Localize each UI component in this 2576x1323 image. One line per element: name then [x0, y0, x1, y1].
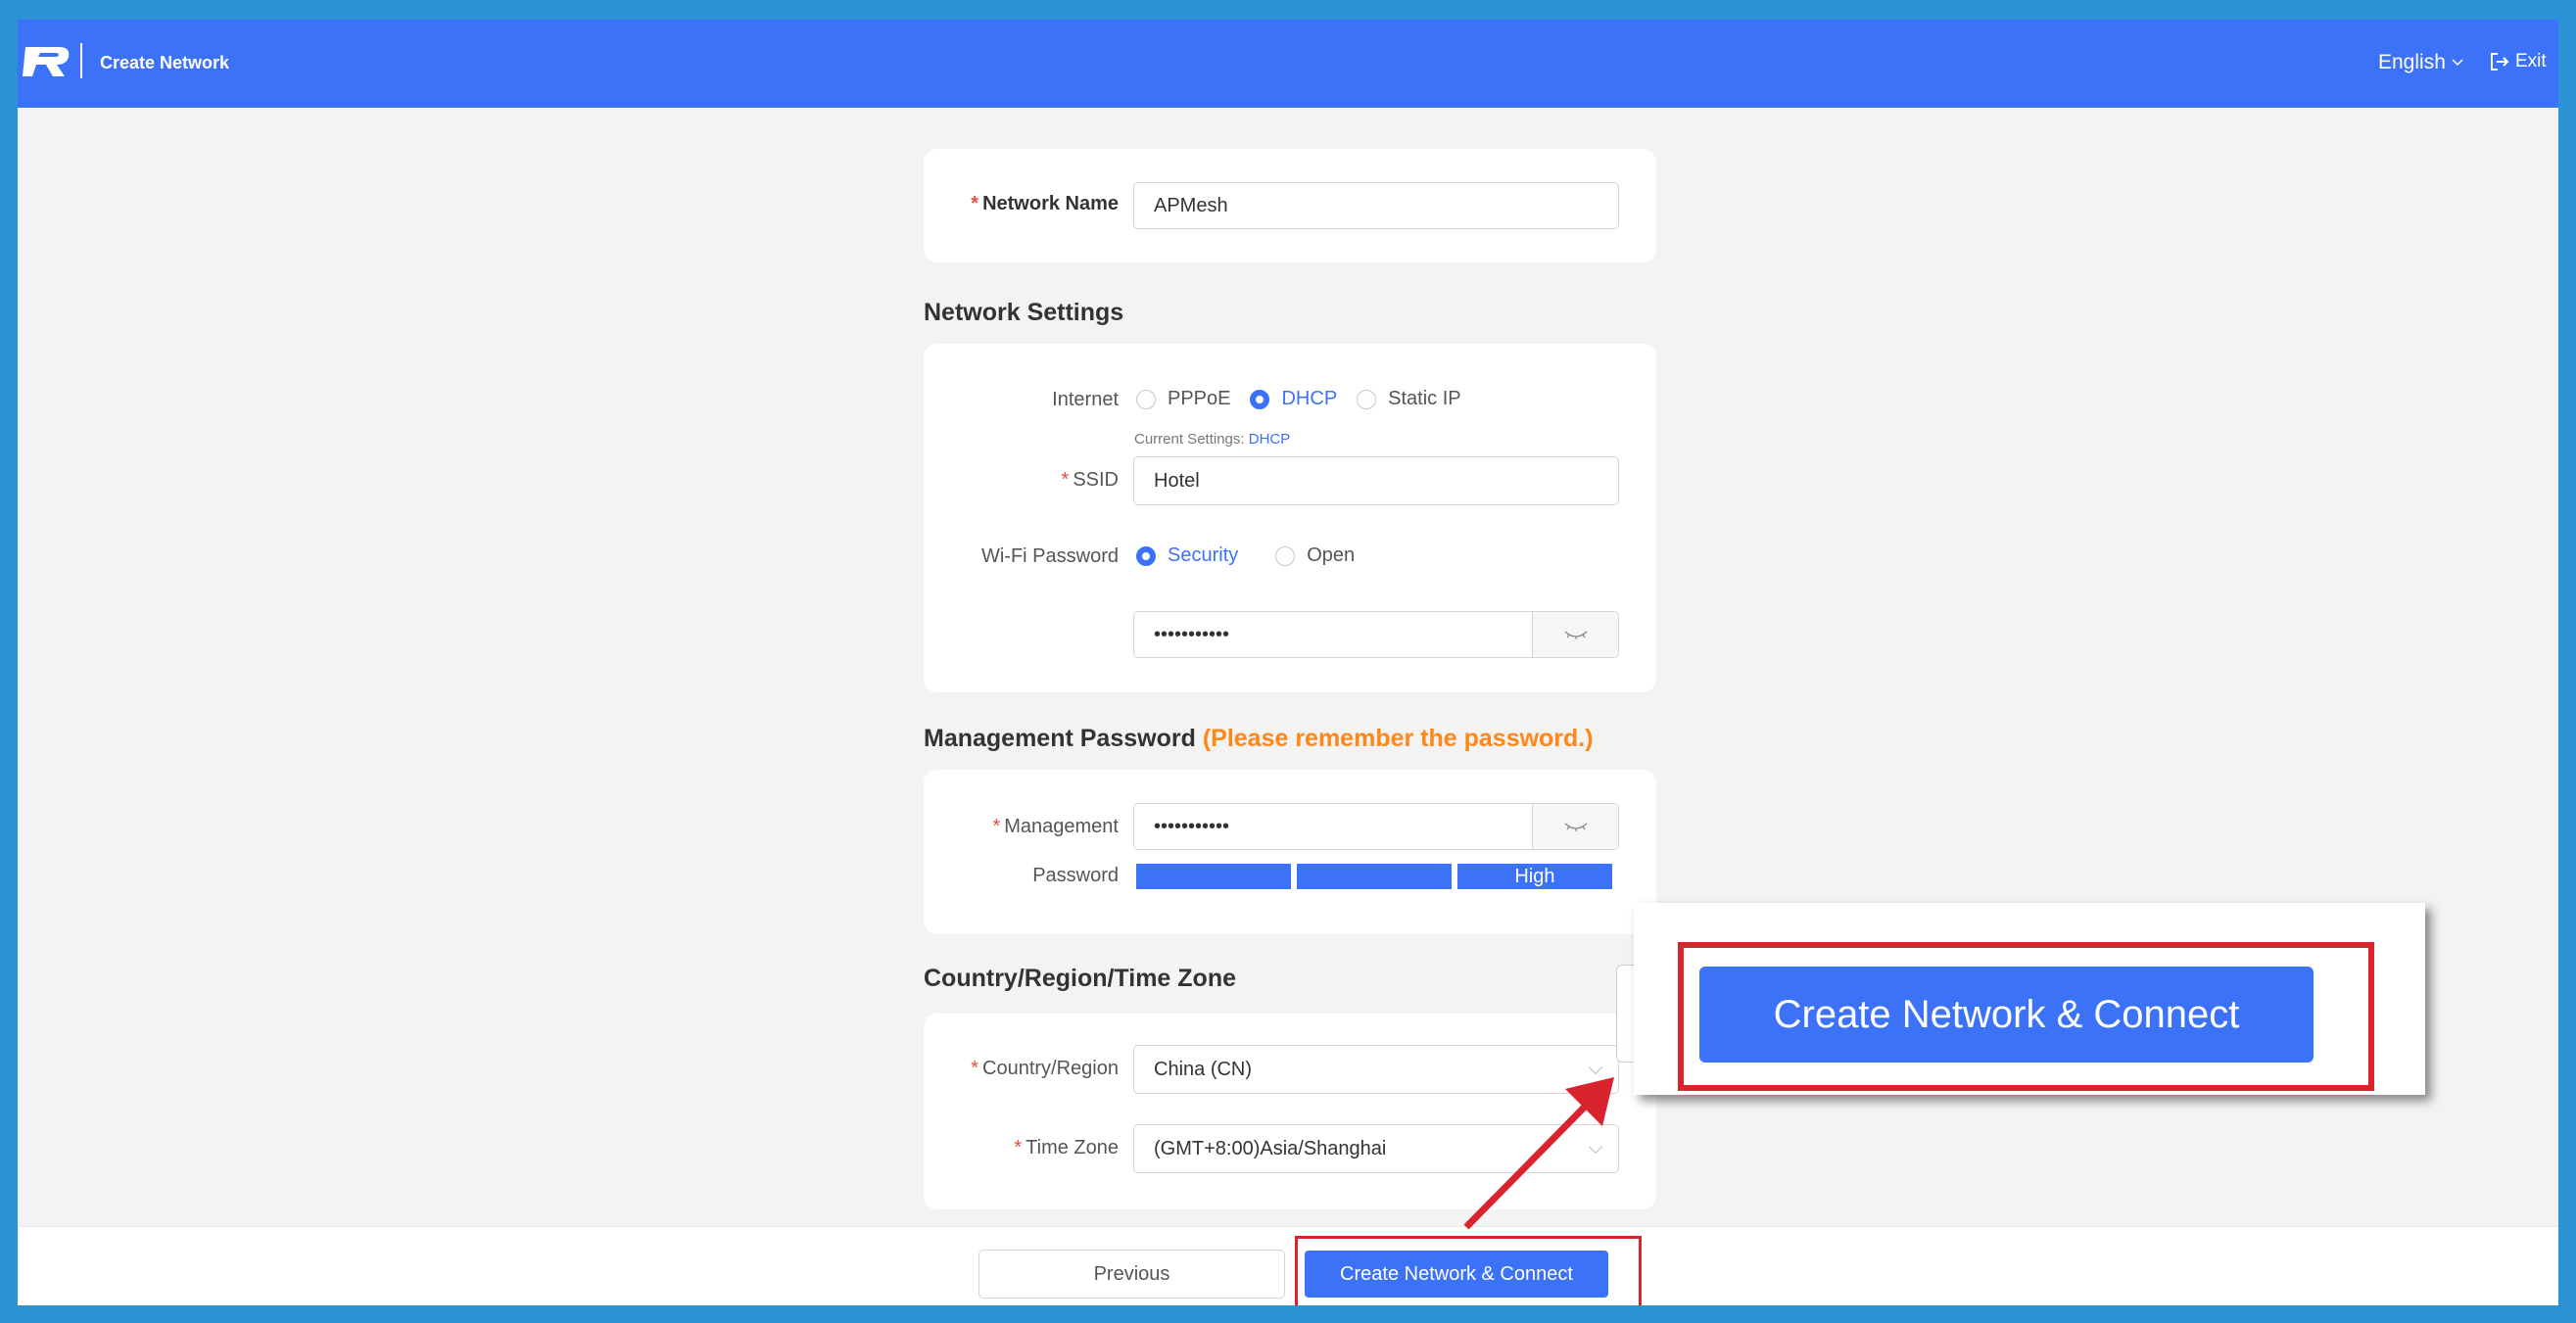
- management-warning: (Please remember the password.): [1202, 725, 1594, 752]
- ssid-input[interactable]: Hotel: [1133, 456, 1619, 505]
- radio-circle: [1275, 545, 1296, 566]
- radio-security[interactable]: Security: [1136, 544, 1238, 567]
- language-selector[interactable]: English: [2378, 51, 2463, 74]
- internet-label: Internet: [1052, 389, 1119, 410]
- radio-pppoe[interactable]: PPPoE: [1136, 388, 1230, 410]
- logo-separator: [80, 43, 82, 78]
- radio-circle-selected: [1250, 389, 1270, 409]
- highlight-box-small: [1295, 1236, 1642, 1310]
- wifi-password-input[interactable]: •••••••••••: [1133, 611, 1619, 658]
- wifi-password-label: Wi-Fi Password: [980, 545, 1119, 567]
- footer-bar: [18, 1226, 2558, 1323]
- radio-dhcp[interactable]: DHCP: [1250, 388, 1337, 410]
- country-select[interactable]: China (CN): [1133, 1045, 1619, 1094]
- ssid-label: * SSID: [1061, 469, 1119, 491]
- network-name-label: * Network Name: [971, 193, 1119, 214]
- exit-label: Exit: [2515, 51, 2547, 71]
- region-heading: Country/Region/Time Zone: [924, 965, 1236, 992]
- create-network-button-zoomed[interactable]: Create Network & Connect: [1699, 967, 2314, 1063]
- radio-static-ip[interactable]: Static IP: [1357, 388, 1461, 410]
- current-settings-note: Current Settings: DHCP: [1134, 431, 1291, 448]
- page-title: Create Network: [100, 53, 230, 72]
- radio-circle: [1136, 389, 1156, 409]
- management-password-input[interactable]: •••••••••••: [1133, 803, 1619, 850]
- internet-radio-group: PPPoE DHCP Static IP: [1136, 388, 1481, 410]
- strength-bar-3: High: [1457, 864, 1612, 889]
- strength-bar-1: [1136, 864, 1291, 889]
- chevron-down-icon: [1588, 1060, 1603, 1075]
- password-label: Password: [1032, 865, 1119, 886]
- previous-button[interactable]: Previous: [978, 1250, 1285, 1299]
- wifi-password-radio-group: Security Open: [1136, 544, 1374, 567]
- country-label: * Country/Region: [971, 1058, 1119, 1079]
- top-bar: Create Network English Exit: [0, 0, 2576, 108]
- strength-bar-2: [1297, 864, 1452, 889]
- exit-button[interactable]: Exit: [2490, 51, 2547, 72]
- management-label: * Management: [992, 816, 1119, 837]
- timezone-label: * Time Zone: [1014, 1137, 1119, 1158]
- region-card: [924, 1014, 1656, 1209]
- chevron-down-icon: [2452, 59, 2463, 67]
- timezone-select[interactable]: (GMT+8:00)Asia/Shanghai: [1133, 1124, 1619, 1173]
- management-heading: Management Password (Please remember the…: [924, 725, 1594, 752]
- language-label: English: [2378, 51, 2446, 73]
- exit-icon: [2491, 53, 2509, 71]
- radio-open[interactable]: Open: [1275, 544, 1355, 567]
- ruijie-logo: [23, 47, 70, 76]
- eye-closed-icon[interactable]: [1532, 612, 1618, 657]
- management-card: [924, 770, 1656, 934]
- radio-circle-selected: [1136, 545, 1156, 566]
- chevron-down-icon: [1588, 1139, 1603, 1155]
- network-name-input[interactable]: APMesh: [1133, 182, 1619, 229]
- network-settings-heading: Network Settings: [924, 299, 1124, 326]
- eye-closed-icon[interactable]: [1532, 804, 1618, 849]
- radio-circle: [1357, 389, 1377, 409]
